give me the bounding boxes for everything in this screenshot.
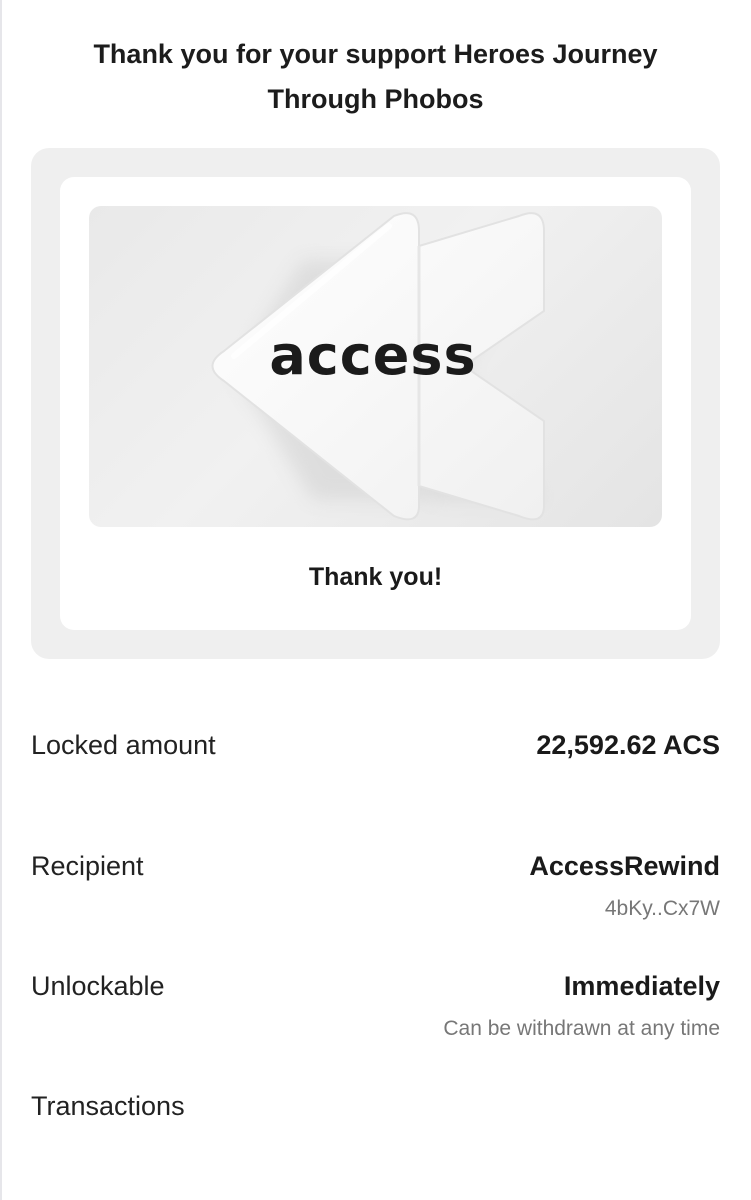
access-rewind-image: access (89, 206, 662, 527)
card-caption: Thank you! (308, 563, 443, 591)
support-confirmation-page: Thank you for your support Heroes Journe… (0, 0, 751, 1200)
page-title: Thank you for your support Heroes Journe… (40, 32, 711, 122)
unlockable-note: Can be withdrawn at any time (443, 1017, 720, 1040)
thank-you-card: access Thank you! (31, 148, 720, 659)
thank-you-card-inner: access Thank you! (60, 177, 691, 630)
recipient-label: Recipient (31, 851, 144, 881)
rewind-logo-icon: access (211, 212, 545, 521)
locked-amount-value: 22,592.62 ACS (536, 730, 720, 760)
access-logo-text: access (269, 324, 476, 387)
page-edge-divider (0, 0, 2, 1200)
transactions-label: Transactions (31, 1091, 185, 1121)
title-prefix: Thank you for your support (93, 39, 454, 69)
unlockable-label: Unlockable (31, 971, 165, 1001)
locked-amount-label: Locked amount (31, 730, 216, 760)
recipient-address[interactable]: 4bKy..Cx7W (605, 897, 720, 921)
unlockable-value: Immediately (563, 971, 720, 1001)
recipient-name[interactable]: AccessRewind (529, 851, 720, 882)
